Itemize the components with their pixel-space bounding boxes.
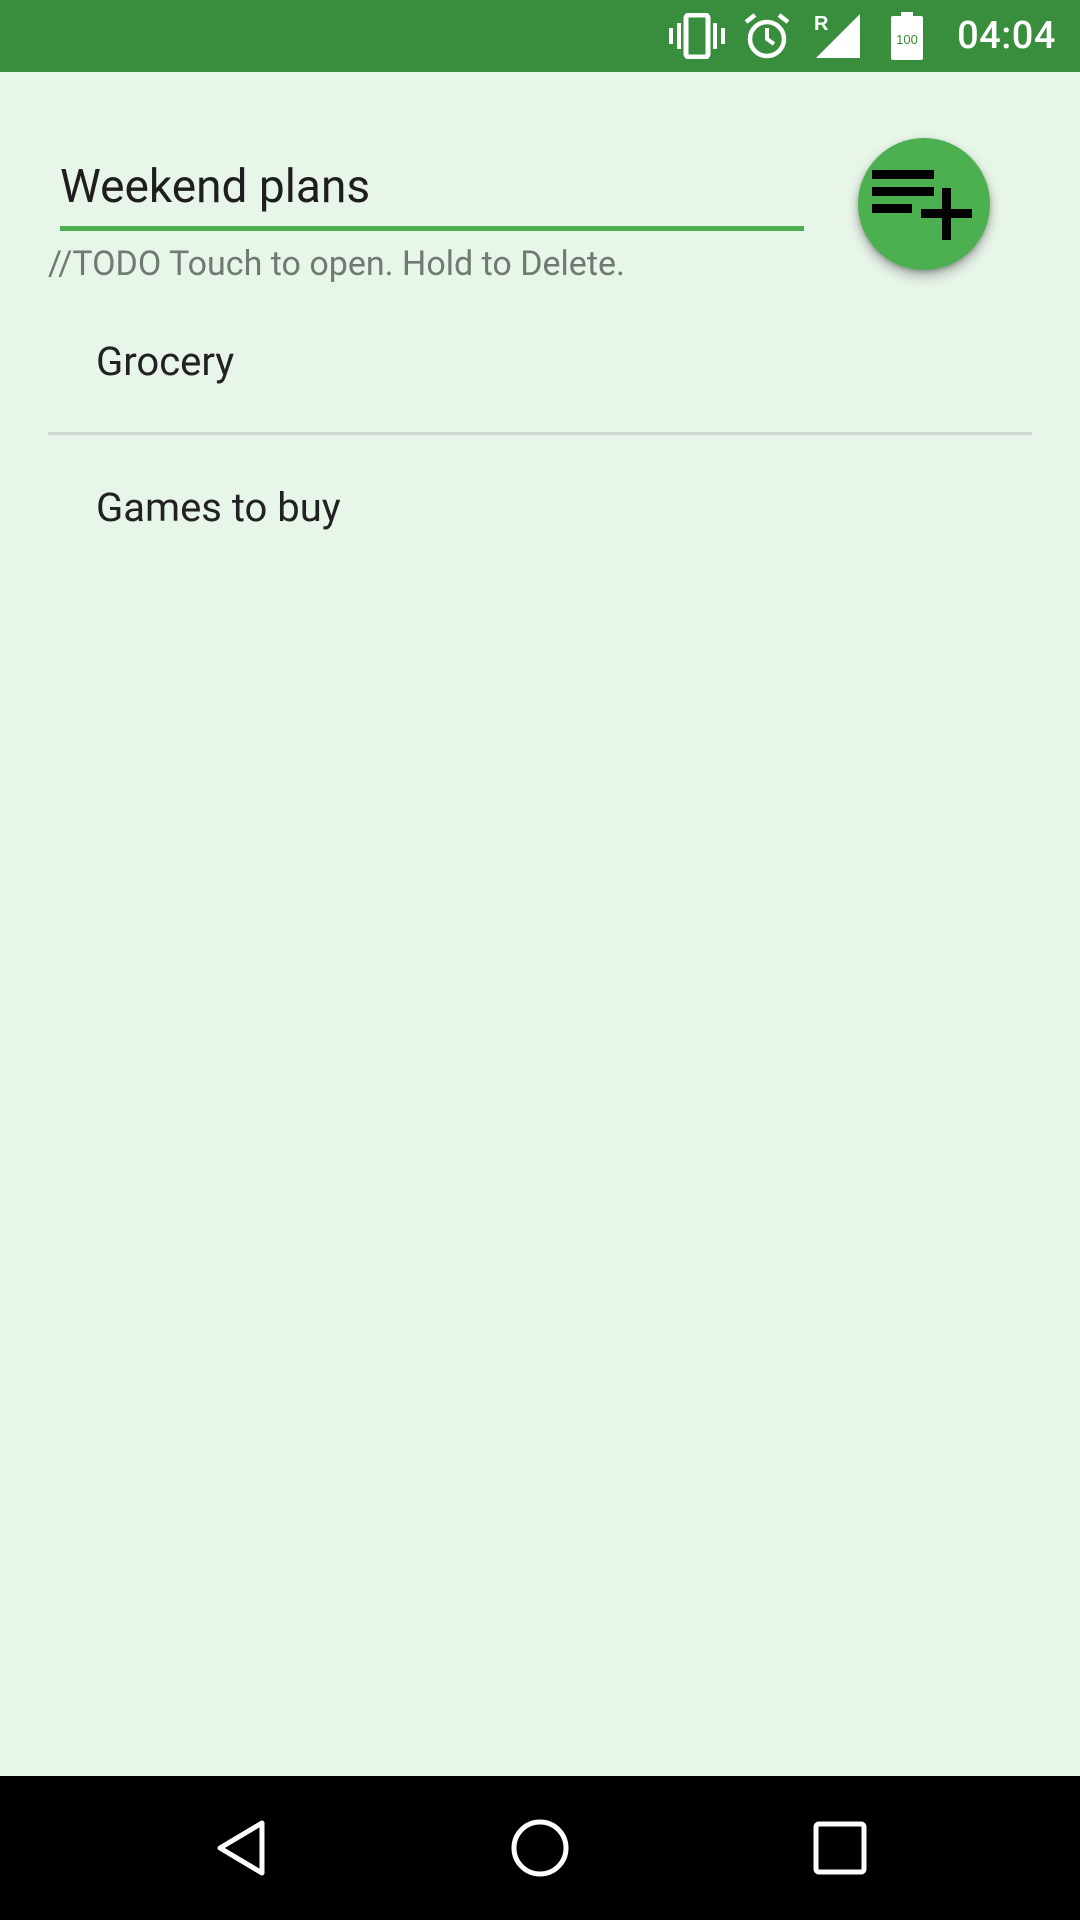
recents-icon xyxy=(813,1821,867,1875)
back-button[interactable] xyxy=(206,1812,278,1884)
list-item-games-to-buy[interactable]: Games to buy xyxy=(0,446,1080,592)
battery-icon: 100 xyxy=(879,8,935,64)
list-title-input[interactable] xyxy=(60,148,804,226)
todo-lists: Grocery Games to buy xyxy=(0,300,1080,592)
hint-text: //TODO Touch to open. Hold to Delete. xyxy=(48,244,625,284)
roaming-signal-icon: R xyxy=(809,8,865,64)
list-divider xyxy=(48,432,1032,435)
home-icon xyxy=(511,1819,569,1877)
roaming-label: R xyxy=(814,13,829,35)
alarm-icon xyxy=(739,8,795,64)
add-list-button[interactable] xyxy=(858,138,990,270)
playlist-add-icon xyxy=(872,170,972,240)
recents-button[interactable] xyxy=(804,1812,876,1884)
navigation-bar xyxy=(0,1776,1080,1920)
status-bar: R 100 04:04 xyxy=(0,0,1080,72)
list-title-field-wrapper xyxy=(60,148,804,231)
vibrate-icon xyxy=(669,8,726,64)
back-icon xyxy=(217,1820,265,1876)
list-item-grocery[interactable]: Grocery xyxy=(0,300,1080,446)
clock: 04:04 xyxy=(957,14,1056,58)
list-item-label: Grocery xyxy=(96,338,235,385)
list-item-label: Games to buy xyxy=(96,484,341,531)
home-button[interactable] xyxy=(504,1812,576,1884)
status-icons: R 100 04:04 xyxy=(669,0,1080,72)
battery-level: 100 xyxy=(896,32,918,47)
